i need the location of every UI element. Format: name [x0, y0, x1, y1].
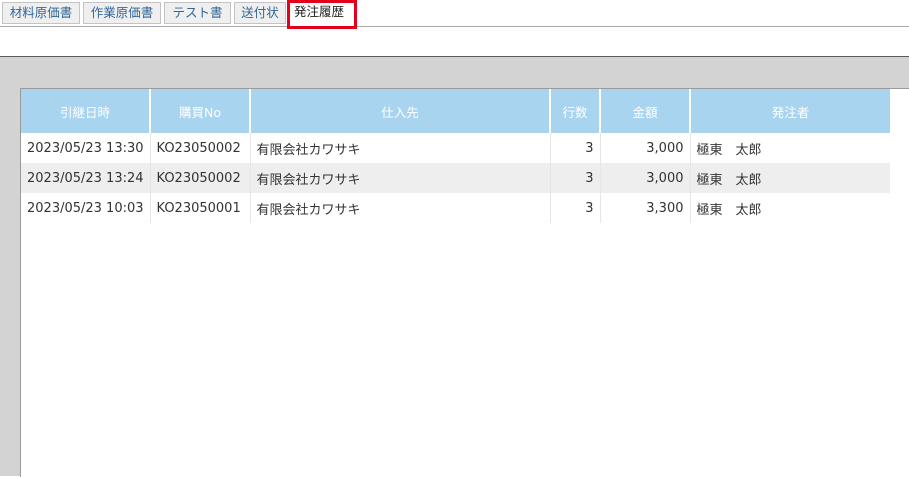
cell-purchase-no: KO23050002 [150, 133, 251, 163]
cell-transfer-datetime: 2023/05/23 13:30 [21, 133, 151, 163]
tab-test-doc[interactable]: テスト書 [164, 2, 231, 24]
table-row[interactable]: 2023/05/23 13:30 KO23050002 有限会社カワサキ 3 3… [21, 133, 890, 163]
cell-supplier: 有限会社カワサキ [250, 193, 551, 223]
column-header-supplier[interactable]: 仕入先 [250, 89, 551, 133]
cell-orderer: 極東 太郎 [696, 142, 762, 158]
tab-cover-letter[interactable]: 送付状 [234, 2, 286, 24]
tab-work-cost[interactable]: 作業原価書 [83, 2, 161, 24]
cell-orderer: 極東 太郎 [696, 202, 762, 218]
cell-line-count: 3 [550, 193, 601, 223]
tab-order-history[interactable]: 発注履歴 [287, 0, 357, 29]
cell-purchase-no: KO23050001 [150, 193, 251, 223]
cell-amount: 3,300 [600, 193, 691, 223]
cell-amount: 3,000 [600, 163, 691, 193]
cell-orderer: 極東 太郎 [690, 163, 890, 193]
tab-bar: 材料原価書 作業原価書 テスト書 送付状 発注履歴 [0, 0, 909, 29]
order-history-table: 引継日時 購買No 仕入先 行数 金額 発注者 2023/05/23 13:30… [21, 89, 890, 223]
order-history-panel: 引継日時 購買No 仕入先 行数 金額 発注者 2023/05/23 13:30… [0, 56, 909, 477]
cell-transfer-datetime: 2023/05/23 13:24 [21, 163, 151, 193]
column-header-amount[interactable]: 金額 [600, 89, 691, 133]
cell-amount: 3,000 [600, 133, 691, 163]
order-history-list[interactable]: 引継日時 購買No 仕入先 行数 金額 発注者 2023/05/23 13:30… [20, 88, 909, 477]
cell-supplier: 有限会社カワサキ [250, 133, 551, 163]
cell-supplier: 有限会社カワサキ [250, 163, 551, 193]
column-header-orderer[interactable]: 発注者 [690, 89, 890, 133]
column-header-purchase-no[interactable]: 購買No [150, 89, 251, 133]
tab-material-cost[interactable]: 材料原価書 [2, 2, 80, 24]
cell-line-count: 3 [550, 133, 601, 163]
column-header-transfer-datetime[interactable]: 引継日時 [21, 89, 151, 133]
column-header-line-count[interactable]: 行数 [550, 89, 601, 133]
cell-line-count: 3 [550, 163, 601, 193]
cell-purchase-no: KO23050002 [150, 163, 251, 193]
table-header-row: 引継日時 購買No 仕入先 行数 金額 発注者 [21, 89, 890, 133]
cell-transfer-datetime: 2023/05/23 10:03 [21, 193, 151, 223]
table-row[interactable]: 2023/05/23 10:03 KO23050001 有限会社カワサキ 3 3… [21, 193, 890, 223]
table-row[interactable]: 2023/05/23 13:24 KO23050002 有限会社カワサキ 3 3… [21, 163, 890, 193]
